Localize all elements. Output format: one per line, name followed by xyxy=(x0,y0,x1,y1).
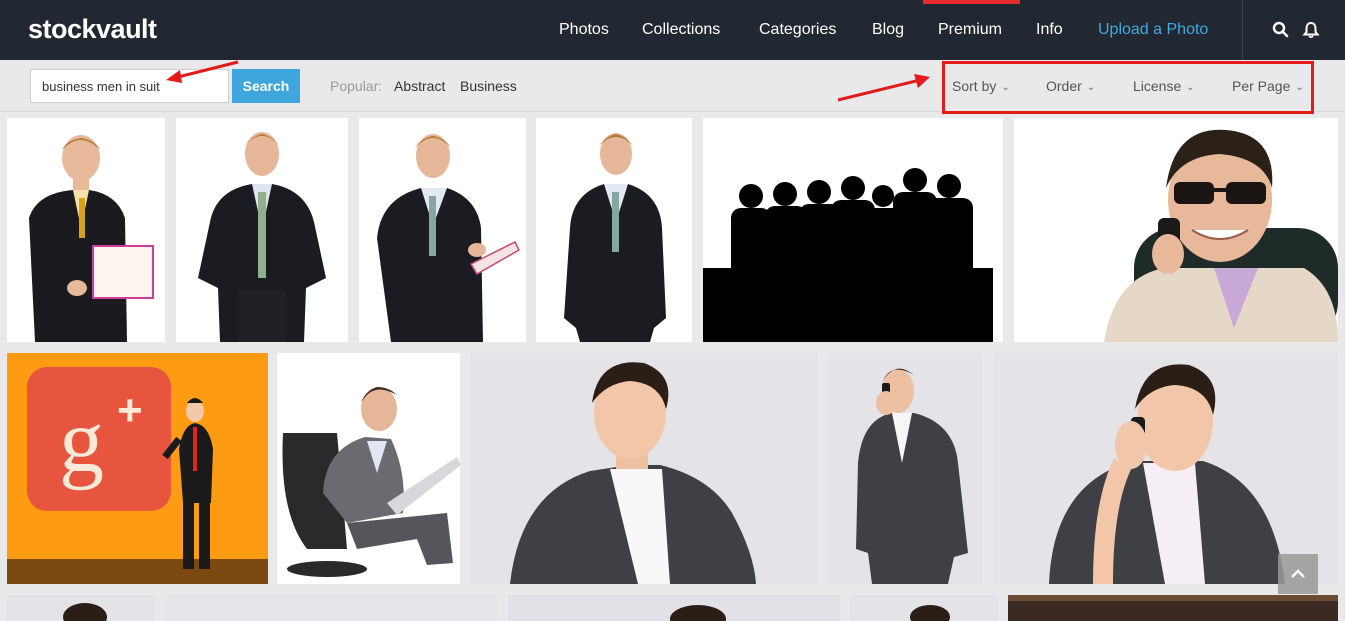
nav-divider xyxy=(1242,0,1243,60)
photo-row3-3[interactable] xyxy=(508,595,840,621)
popular-link-abstract[interactable]: Abstract xyxy=(394,78,445,94)
nav-collections[interactable]: Collections xyxy=(642,0,720,60)
photo-man-on-phone-standing[interactable] xyxy=(828,353,982,584)
nav-upload-photo[interactable]: Upload a Photo xyxy=(1098,0,1208,60)
annotation-highlight-box xyxy=(942,61,1314,114)
search-input[interactable] xyxy=(30,69,229,103)
nav-info[interactable]: Info xyxy=(1036,0,1063,60)
photo-row3-2[interactable] xyxy=(165,595,498,621)
search-icon[interactable] xyxy=(1271,20,1291,40)
photo-man-with-sunglasses-on-phone[interactable] xyxy=(1014,118,1338,342)
nav-photos[interactable]: Photos xyxy=(559,0,609,60)
scroll-to-top-button[interactable] xyxy=(1278,554,1318,594)
nav-categories[interactable]: Categories xyxy=(759,0,836,60)
photo-row3-4[interactable] xyxy=(850,595,998,621)
photo-man-with-clipboard[interactable] xyxy=(7,118,165,342)
nav-premium[interactable]: Premium xyxy=(938,0,1002,60)
photo-row3-1[interactable] xyxy=(7,595,155,621)
photo-man-writing-on-clipboard[interactable] xyxy=(359,118,526,342)
bell-icon[interactable] xyxy=(1301,20,1321,40)
photo-man-on-laptop-in-chair[interactable] xyxy=(277,353,460,584)
search-button[interactable]: Search xyxy=(232,69,300,103)
photo-man-standing-hands-in-pockets[interactable] xyxy=(536,118,692,342)
site-logo[interactable]: stockvault xyxy=(28,14,157,45)
svg-text:g: g xyxy=(59,392,104,491)
photo-group-silhouette[interactable] xyxy=(703,118,1003,342)
chevron-up-icon xyxy=(1291,569,1305,578)
photo-google-plus-illustration[interactable]: g + xyxy=(7,353,268,584)
photo-man-portrait-gray-suit[interactable] xyxy=(470,353,818,584)
popular-link-business[interactable]: Business xyxy=(460,78,517,94)
popular-label: Popular: xyxy=(330,78,383,94)
photo-man-on-phone-portrait[interactable] xyxy=(993,353,1338,584)
photo-row3-5[interactable] xyxy=(1008,595,1338,621)
svg-text:+: + xyxy=(117,386,143,435)
nav-blog[interactable]: Blog xyxy=(872,0,904,60)
top-navbar: stockvault Photos Collections Categories… xyxy=(0,0,1345,60)
photo-man-hands-on-hips[interactable] xyxy=(176,118,348,342)
